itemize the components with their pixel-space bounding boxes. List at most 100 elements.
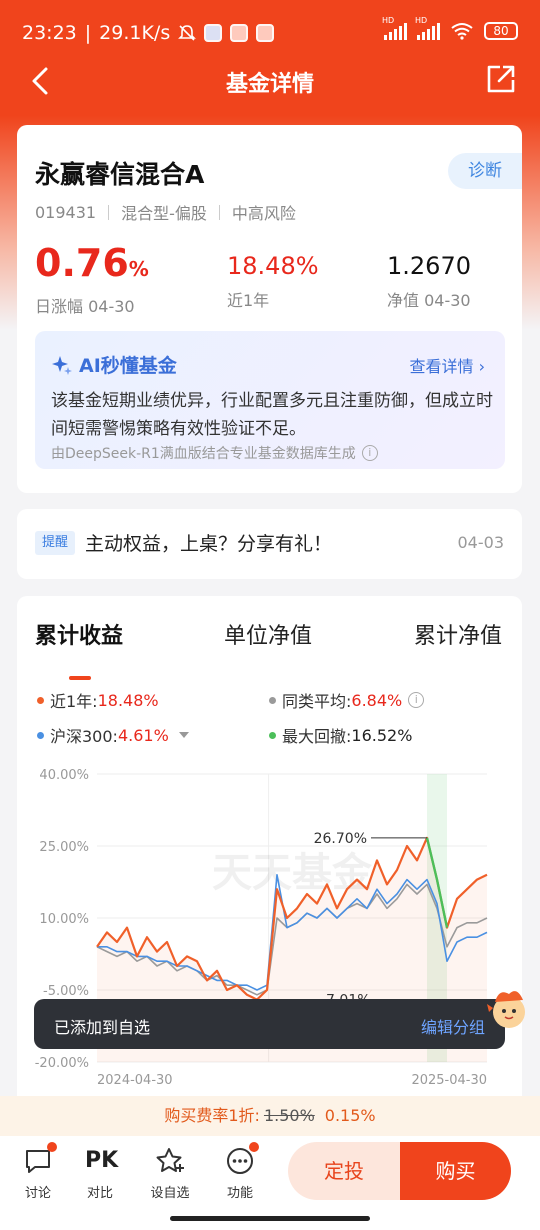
- legend-peer-label: 同类平均:: [282, 692, 352, 711]
- ai-summary-box[interactable]: AI秒懂基金 查看详情 › 该基金短期业绩优异，行业配置多元且注重防御，但成立时…: [35, 331, 505, 469]
- notification-badge: [47, 1142, 57, 1152]
- nav-metric: 1.2670 净值 04-30: [387, 249, 471, 311]
- chart-tabs: 累计收益 单位净值 累计净值: [17, 618, 522, 680]
- fee-discounted: 0.15%: [324, 1106, 376, 1125]
- mail-app-icon: [204, 24, 223, 42]
- hd-label-2: HD: [415, 16, 428, 25]
- notice-text: 主动权益，上桌？分享有礼！: [85, 533, 333, 555]
- nav-bar: 基金详情: [0, 56, 540, 106]
- hd-label-1: HD: [382, 16, 395, 25]
- more-functions-button[interactable]: 功能: [210, 1142, 270, 1201]
- star-add-icon: [155, 1146, 185, 1176]
- fee-bar: 购买费率1折: 1.50% 0.15%: [0, 1096, 540, 1136]
- ai-more-link[interactable]: 查看详情 ›: [409, 353, 485, 377]
- tab-cumulative-return[interactable]: 累计收益: [35, 618, 123, 650]
- auto-invest-button[interactable]: 定投: [288, 1142, 400, 1200]
- caret-down-icon: [178, 732, 189, 738]
- tab-unit-nav[interactable]: 单位净值: [224, 618, 312, 650]
- info-icon[interactable]: i: [408, 692, 425, 708]
- one-year-value: 18.48%: [227, 252, 319, 280]
- battery-icon: 80: [484, 22, 518, 40]
- fund-name: 永赢睿信混合A: [35, 160, 205, 189]
- mute-bell-icon: [178, 25, 197, 41]
- compare-label: 对比: [86, 1186, 113, 1201]
- pk-icon: PK: [85, 1146, 119, 1176]
- page-title: 基金详情: [225, 72, 314, 97]
- daily-change-unit: %: [128, 257, 149, 281]
- add-watchlist-button[interactable]: 设自选: [140, 1146, 200, 1201]
- discuss-label: 讨论: [24, 1186, 51, 1201]
- fund-code: 019431: [35, 202, 97, 222]
- home-indicator: [170, 1216, 370, 1221]
- legend-peer: 同类平均: 6.84% i: [269, 688, 425, 712]
- fund-tags: 019431 混合型-偏股 中高风险: [35, 200, 296, 224]
- status-time: 23:23: [22, 22, 77, 44]
- info-icon[interactable]: i: [361, 445, 378, 461]
- wifi-icon: [451, 23, 473, 40]
- buy-button[interactable]: 购买: [400, 1142, 511, 1200]
- fund-summary-card: 永赢睿信混合A 诊断 019431 混合型-偏股 中高风险 0.76% 日涨幅 …: [17, 125, 522, 493]
- fund-risk: 中高风险: [231, 204, 296, 223]
- legend-index-label: 沪深300:: [50, 727, 118, 746]
- ai-title: AI秒懂基金: [51, 351, 177, 378]
- signal-2-icon: HD: [415, 16, 440, 40]
- ai-footnote: 由DeepSeek-R1满血版结合专业基金数据库生成 i: [51, 443, 378, 463]
- legend-drawdown-label: 最大回撤:: [282, 727, 352, 746]
- chat-icon: [23, 1142, 57, 1176]
- chevron-right-icon: ›: [478, 357, 485, 376]
- more-functions-label: 功能: [226, 1186, 253, 1201]
- toast-text: 已添加到自选: [54, 1018, 151, 1037]
- fund-metrics: 0.76% 日涨幅 04-30 18.48% 近1年 1.2670 净值 04-…: [35, 243, 505, 316]
- nav-label: 净值 04-30: [387, 291, 471, 310]
- notice-card[interactable]: 提醒 主动权益，上桌？分享有礼！ 04-03: [17, 509, 522, 579]
- daily-change-value: 0.76%: [35, 243, 149, 289]
- mascot-icon[interactable]: [483, 984, 529, 1034]
- legend-fund-value: 18.48%: [97, 690, 159, 710]
- legend-drawdown: 最大回撤: 16.52%: [269, 723, 412, 747]
- legend-fund: 近1年: 18.48%: [37, 688, 159, 712]
- more-icon: [225, 1142, 259, 1176]
- legend-dot: [37, 696, 44, 704]
- max-annotation-label: 26.70%: [314, 831, 367, 847]
- y-tick-label: 25.00%: [39, 840, 89, 855]
- pk-icon-text: PK: [85, 1148, 119, 1173]
- notice-tag: 提醒: [35, 531, 75, 555]
- legend-index[interactable]: 沪深300: 4.61%: [37, 723, 189, 747]
- fund-type: 混合型-偏股: [121, 204, 207, 223]
- legend-index-value: 4.61%: [117, 725, 169, 745]
- tab-cumulative-nav[interactable]: 累计净值: [414, 618, 502, 650]
- y-tick-label: -5.00%: [43, 984, 89, 999]
- ai-title-text: AI秒懂基金: [79, 355, 177, 377]
- one-year-label: 近1年: [227, 291, 270, 310]
- ai-summary-text: 该基金短期业绩优异，行业配置多元且注重防御，但成立时间短需警惕策略有效性验证不足…: [51, 391, 493, 439]
- ai-more-text: 查看详情: [409, 357, 474, 376]
- notice-date: 04-03: [457, 533, 505, 552]
- status-separator: |: [84, 22, 92, 44]
- legend-fund-label: 近1年:: [50, 692, 98, 711]
- diagnose-button[interactable]: 诊断: [448, 153, 522, 189]
- x-tick-label-end: 2025-04-30: [411, 1073, 487, 1088]
- edit-group-link[interactable]: 编辑分组: [421, 1014, 485, 1038]
- legend-peer-value: 6.84%: [351, 690, 403, 710]
- legend-dot: [269, 731, 276, 739]
- ai-footnote-text: 由DeepSeek-R1满血版结合专业基金数据库生成: [51, 446, 356, 462]
- share-icon[interactable]: [486, 64, 516, 94]
- daily-change-label: 日涨幅 04-30: [35, 297, 135, 316]
- sparkle-icon: [52, 355, 72, 375]
- app-notification-2-icon: [256, 24, 275, 42]
- app-notification-icon: [230, 24, 249, 42]
- fee-original: 1.50%: [263, 1106, 315, 1125]
- legend-drawdown-value: 16.52%: [351, 725, 413, 745]
- y-tick-label: -20.00%: [35, 1056, 89, 1071]
- signal-1-icon: HD: [382, 16, 407, 40]
- legend-dot: [37, 731, 44, 739]
- fee-label: 购买费率1折:: [164, 1106, 260, 1125]
- x-tick-label-start: 2024-04-30: [97, 1073, 173, 1088]
- discuss-button[interactable]: 讨论: [8, 1142, 68, 1201]
- daily-change-metric: 0.76% 日涨幅 04-30: [35, 243, 149, 317]
- tab-indicator: [69, 676, 91, 680]
- nav-value: 1.2670: [387, 252, 471, 280]
- divider: [108, 204, 110, 220]
- one-year-metric: 18.48% 近1年: [227, 249, 319, 311]
- compare-button[interactable]: PK 对比: [70, 1146, 130, 1201]
